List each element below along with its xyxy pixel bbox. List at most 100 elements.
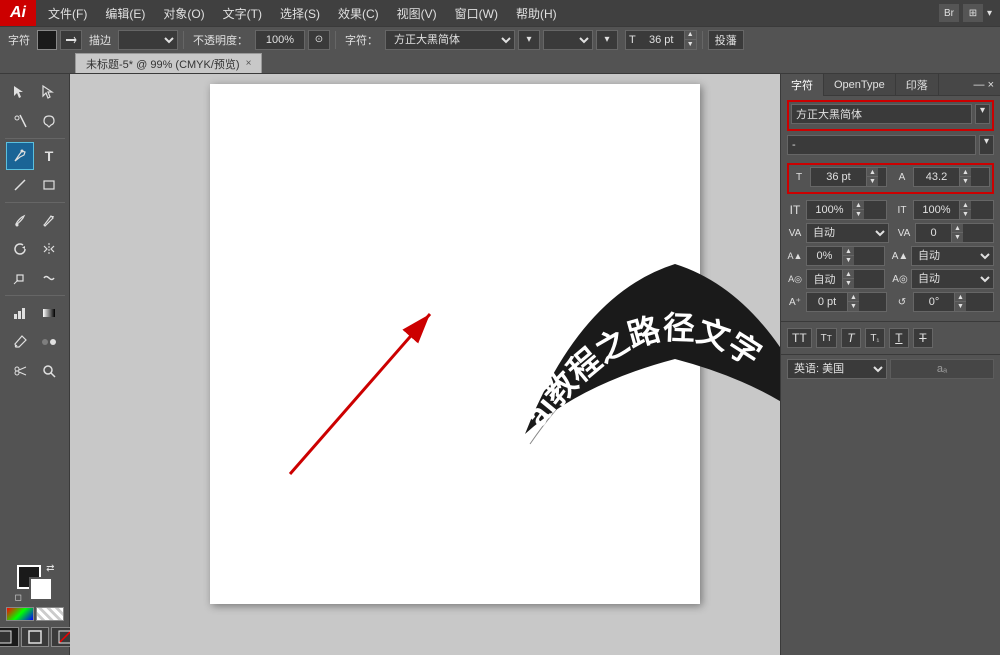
baseline3-down[interactable]: ▼ [842, 279, 854, 288]
paintbrush-tool[interactable] [6, 206, 34, 234]
tab-close-button[interactable]: × [246, 58, 252, 69]
warp-tool[interactable] [35, 264, 63, 292]
toolbar-font-size-input[interactable] [639, 34, 684, 46]
toolbar-font-dropdown[interactable]: ▾ [518, 30, 540, 50]
baseline4-select[interactable]: 自动 [911, 269, 994, 289]
baseline1-down[interactable]: ▼ [842, 256, 854, 265]
tool-row-10 [6, 357, 63, 385]
color-mode-stroke[interactable] [21, 627, 49, 647]
baseline1-up[interactable]: ▲ [842, 247, 854, 256]
font-size-up[interactable]: ▲ [866, 168, 878, 177]
font-size2-up[interactable]: ▲ [959, 168, 971, 177]
font-size-down[interactable]: ▼ [866, 177, 878, 186]
rotation-input[interactable] [914, 296, 954, 308]
tt-smallcaps-btn[interactable]: TT [816, 328, 837, 348]
language-select[interactable]: 英语: 美国 [787, 359, 887, 379]
right-panel-minimize[interactable]: — × [968, 79, 1000, 91]
color-default-icon[interactable]: ◻ [15, 592, 22, 603]
tracking-up[interactable]: ▲ [951, 224, 963, 233]
menu-effect[interactable]: 效果(C) [330, 3, 387, 24]
scale-v2-input[interactable] [914, 204, 959, 216]
document-tab[interactable]: 未标题-5* @ 99% (CMYK/预览) × [75, 53, 262, 73]
direct-selection-tool[interactable] [35, 78, 63, 106]
menu-select[interactable]: 选择(S) [272, 3, 328, 24]
color-mode-fill[interactable] [0, 627, 19, 647]
selection-tool[interactable] [6, 78, 34, 106]
none-color-btn[interactable] [36, 607, 64, 621]
scale-v2-down[interactable]: ▼ [959, 210, 971, 219]
toolbar-stroke-select[interactable] [118, 30, 178, 50]
font-name-dropdown[interactable]: ▾ [975, 104, 990, 124]
line-tool[interactable] [6, 171, 34, 199]
menu-edit[interactable]: 编辑(E) [97, 3, 153, 24]
baseline-pt-input[interactable] [807, 296, 847, 308]
menu-view[interactable]: 视图(V) [389, 3, 445, 24]
scale-v1-down[interactable]: ▼ [852, 210, 864, 219]
rp-tab-opentype[interactable]: OpenType [824, 74, 896, 96]
reflect-tool[interactable] [35, 235, 63, 263]
tt-subscript-btn[interactable]: T₁ [865, 328, 885, 348]
kerning-select[interactable]: 自动 [806, 223, 889, 243]
menu-type[interactable]: 文字(T) [215, 3, 270, 24]
toolbar-font-size-down[interactable]: ▼ [684, 40, 696, 49]
toolbar-font-style-dropdown[interactable]: ▾ [596, 30, 618, 50]
font-style-input[interactable] [787, 135, 976, 155]
menu-file[interactable]: 文件(F) [40, 3, 95, 24]
blend-tool[interactable] [35, 328, 63, 356]
menu-help[interactable]: 帮助(H) [508, 3, 565, 24]
font-name-input[interactable] [791, 104, 972, 124]
type-tool[interactable]: T [35, 142, 63, 170]
pencil-tool[interactable] [35, 206, 63, 234]
menu-window[interactable]: 窗口(W) [447, 3, 506, 24]
scale-v1-up[interactable]: ▲ [852, 201, 864, 210]
rotation-down[interactable]: ▼ [954, 302, 966, 311]
tt-normal-btn[interactable]: T [841, 328, 861, 348]
font-size-input[interactable] [811, 171, 866, 183]
rotate-tool[interactable] [6, 235, 34, 263]
tt-underline-btn[interactable]: T [889, 328, 909, 348]
tracking-input[interactable] [916, 227, 951, 239]
baseline-pt-up[interactable]: ▲ [847, 293, 859, 302]
font-size2-input[interactable] [914, 171, 959, 183]
toolbar-opacity-input[interactable] [255, 30, 305, 50]
color-gradient-btn[interactable] [6, 607, 34, 621]
font-style-dropdown[interactable]: ▾ [979, 135, 994, 155]
scale-tool[interactable] [6, 264, 34, 292]
background-color[interactable] [29, 577, 53, 601]
zoom-tool[interactable] [35, 357, 63, 385]
font-size2-down[interactable]: ▼ [959, 177, 971, 186]
bridge-icon[interactable]: Br [939, 4, 959, 22]
rp-tab-paragraph[interactable]: 印落 [896, 74, 939, 96]
lasso-tool[interactable] [35, 107, 63, 135]
scissors-tool[interactable] [6, 357, 34, 385]
toolbar-stroke-icon[interactable] [60, 30, 82, 50]
rotation-up[interactable]: ▲ [954, 293, 966, 302]
tt-strikethrough-btn[interactable]: T [913, 328, 933, 348]
baseline2-select[interactable]: 自动 [911, 246, 994, 266]
toolbar-font-size-up[interactable]: ▲ [684, 31, 696, 40]
toolbar-align-btn[interactable]: 投藩 [708, 30, 744, 50]
pen-tool[interactable] [6, 142, 34, 170]
baseline-pt-down[interactable]: ▼ [847, 302, 859, 311]
rect-tool[interactable] [35, 171, 63, 199]
color-swap-icon[interactable]: ⇄ [46, 563, 54, 574]
baseline3-up[interactable]: ▲ [842, 270, 854, 279]
grid-icon[interactable]: ⊞ [963, 4, 983, 22]
toolbar-circle-icon[interactable]: ⊙ [308, 30, 330, 50]
eyedropper-tool[interactable] [6, 328, 34, 356]
tt-caps-btn[interactable]: TT [787, 328, 812, 348]
magic-wand-tool[interactable] [6, 107, 34, 135]
toolbar-font-style-select[interactable] [543, 30, 593, 50]
tracking-down[interactable]: ▼ [951, 233, 963, 242]
baseline1-input[interactable] [807, 250, 842, 262]
gradient-tool[interactable] [35, 299, 63, 327]
toolbar-font-select[interactable]: 方正大黑简体 [385, 30, 515, 50]
baseline3-input[interactable] [807, 273, 842, 285]
graph-tool[interactable] [6, 299, 34, 327]
scale-v2-up[interactable]: ▲ [959, 201, 971, 210]
menu-object[interactable]: 对象(O) [155, 3, 212, 24]
toolbar-color-swatch[interactable] [37, 30, 57, 50]
scale-v1-input[interactable] [807, 204, 852, 216]
aa-input[interactable] [890, 359, 994, 379]
rp-tab-char[interactable]: 字符 [781, 74, 824, 96]
